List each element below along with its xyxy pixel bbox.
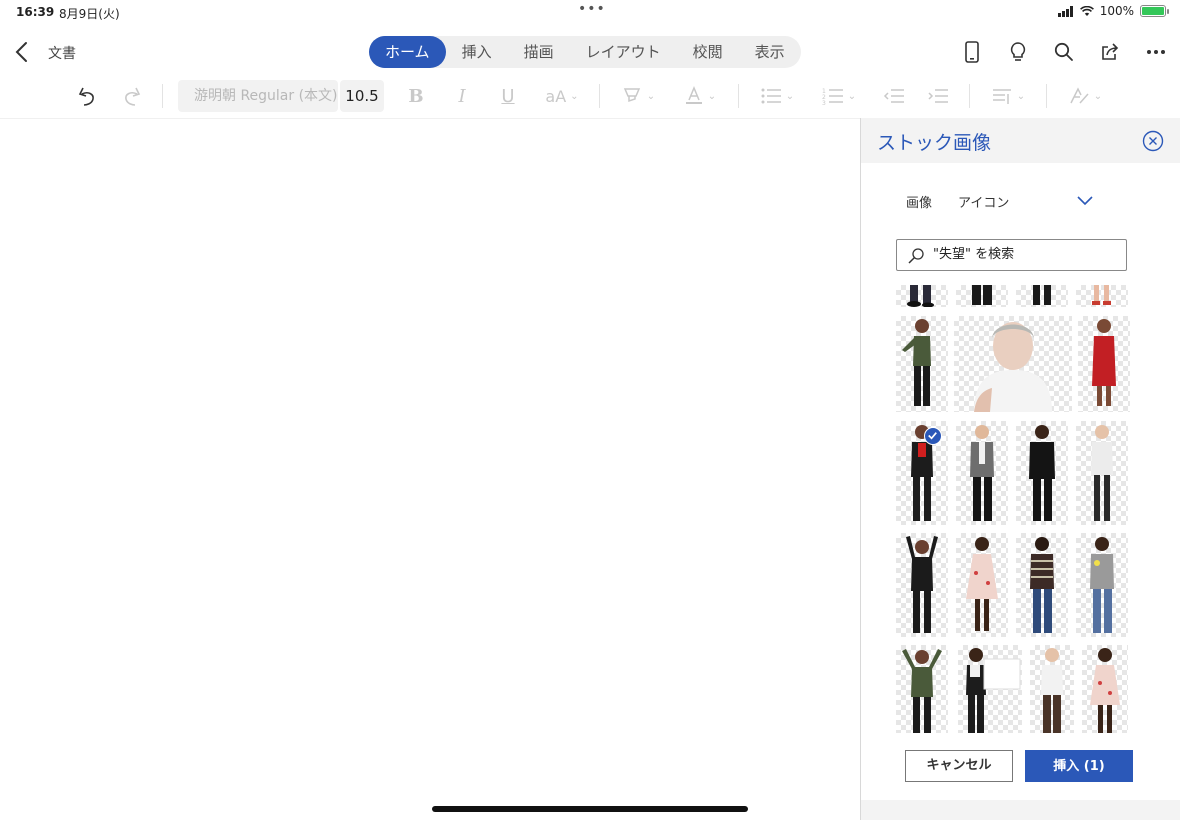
numbering-icon[interactable]: 1 2 3 ⌄ [818, 80, 860, 112]
panel-header: ストック画像 [861, 118, 1180, 163]
lightbulb-icon[interactable] [1004, 38, 1032, 66]
stock-image[interactable] [896, 285, 948, 307]
stock-image[interactable] [956, 421, 1008, 525]
close-icon[interactable] [1142, 130, 1164, 152]
decrease-indent-icon[interactable] [880, 80, 908, 112]
search-query: "失望" を検索 [933, 247, 1015, 262]
stock-image[interactable] [1016, 421, 1068, 525]
insert-button[interactable]: 挿入 (1) [1025, 750, 1133, 782]
back-chevron-icon[interactable] [12, 40, 32, 64]
filter-icons[interactable]: アイコン [958, 192, 1009, 211]
search-icon[interactable] [1050, 38, 1078, 66]
stock-image[interactable] [896, 533, 948, 637]
battery-icon [1140, 5, 1169, 17]
battery-percent: 100% [1099, 4, 1134, 18]
tab-view[interactable]: 表示 [739, 36, 801, 68]
stock-image[interactable] [1016, 533, 1068, 637]
font-color-icon[interactable]: ⌄ [680, 80, 720, 112]
bullets-icon[interactable]: ⌄ [756, 80, 798, 112]
stock-image[interactable] [956, 533, 1008, 637]
more-icon[interactable] [1142, 38, 1170, 66]
stock-image[interactable] [954, 316, 1072, 412]
stock-image-selected[interactable] [896, 421, 948, 525]
status-date: 8月9日(火) [59, 7, 120, 21]
battery-fill [1142, 7, 1164, 15]
phone-view-icon[interactable] [958, 38, 986, 66]
document-canvas-edge [0, 118, 860, 119]
stock-image[interactable] [896, 645, 948, 733]
status-right: 100% [1057, 4, 1169, 18]
app-header: 文書 ホーム 挿入 描画 レイアウト 校閲 表示 [0, 24, 1180, 80]
search-icon [908, 248, 924, 264]
font-size-icon[interactable]: aA ⌄ [540, 80, 584, 112]
toolbar-divider [599, 84, 600, 108]
panel-title: ストック画像 [877, 132, 992, 154]
search-input[interactable]: "失望" を検索 [896, 239, 1127, 271]
tab-draw[interactable]: 描画 [508, 36, 570, 68]
tab-insert[interactable]: 挿入 [446, 36, 508, 68]
paragraph-icon[interactable]: ⌄ [986, 80, 1030, 112]
stock-image[interactable] [1076, 533, 1128, 637]
signal-icon [1057, 5, 1073, 17]
stock-image[interactable] [956, 285, 1008, 307]
underline-icon[interactable]: U [496, 80, 520, 112]
styles-icon[interactable]: ⌄ [1064, 80, 1106, 112]
ribbon-tabs: ホーム 挿入 描画 レイアウト 校閲 表示 [369, 36, 801, 68]
stock-image[interactable] [1078, 316, 1130, 412]
header-actions [958, 38, 1170, 66]
stock-image[interactable] [896, 316, 948, 412]
increase-indent-icon[interactable] [924, 80, 952, 112]
multitasking-dots-icon[interactable]: ••• [578, 1, 606, 17]
formatting-toolbar: 游明朝 Regular (本文) 10.5 B I U aA ⌄ ⌄ ⌄ ⌄ 12… [0, 80, 1180, 118]
tab-review[interactable]: 校閲 [677, 36, 739, 68]
stock-image[interactable] [1082, 645, 1128, 733]
tab-home[interactable]: ホーム [369, 36, 446, 68]
chevron-down-icon[interactable] [1076, 194, 1094, 206]
filter-images[interactable]: 画像 [906, 192, 932, 211]
status-time: 16:39 [16, 5, 55, 19]
document-title[interactable]: 文書 [48, 43, 76, 63]
status-bar: 16:39 8月9日(火) ••• 100% [0, 0, 1180, 24]
home-indicator[interactable] [432, 806, 748, 812]
italic-icon[interactable]: I [450, 80, 474, 112]
category-filter: 画像 アイコン [906, 192, 1009, 211]
font-name-field[interactable]: 游明朝 Regular (本文) [178, 80, 338, 112]
tab-layout[interactable]: レイアウト [570, 36, 677, 68]
font-size-field[interactable]: 10.5 [340, 80, 384, 112]
stock-image[interactable] [1076, 285, 1128, 307]
undo-icon[interactable] [72, 80, 102, 112]
toolbar-divider [738, 84, 739, 108]
stock-image[interactable] [1076, 421, 1128, 525]
redo-icon[interactable] [117, 80, 147, 112]
stock-image[interactable] [958, 645, 1022, 733]
stock-images-panel: ストック画像 画像 アイコン "失望" を検索 キャンセル 挿入 (1) [860, 118, 1180, 820]
highlight-icon[interactable]: ⌄ [618, 80, 658, 112]
wifi-icon [1079, 5, 1094, 16]
toolbar-divider [1046, 84, 1047, 108]
cancel-button[interactable]: キャンセル [905, 750, 1013, 782]
bold-icon[interactable]: B [404, 80, 428, 112]
toolbar-divider [162, 84, 163, 108]
svg-text:3: 3 [822, 100, 826, 105]
stock-image-grid [896, 285, 1131, 733]
panel-footer [861, 800, 1180, 820]
selected-check-icon [924, 427, 942, 445]
share-icon[interactable] [1096, 38, 1124, 66]
toolbar-divider [969, 84, 970, 108]
stock-image[interactable] [1016, 285, 1068, 307]
stock-image[interactable] [1030, 645, 1074, 733]
